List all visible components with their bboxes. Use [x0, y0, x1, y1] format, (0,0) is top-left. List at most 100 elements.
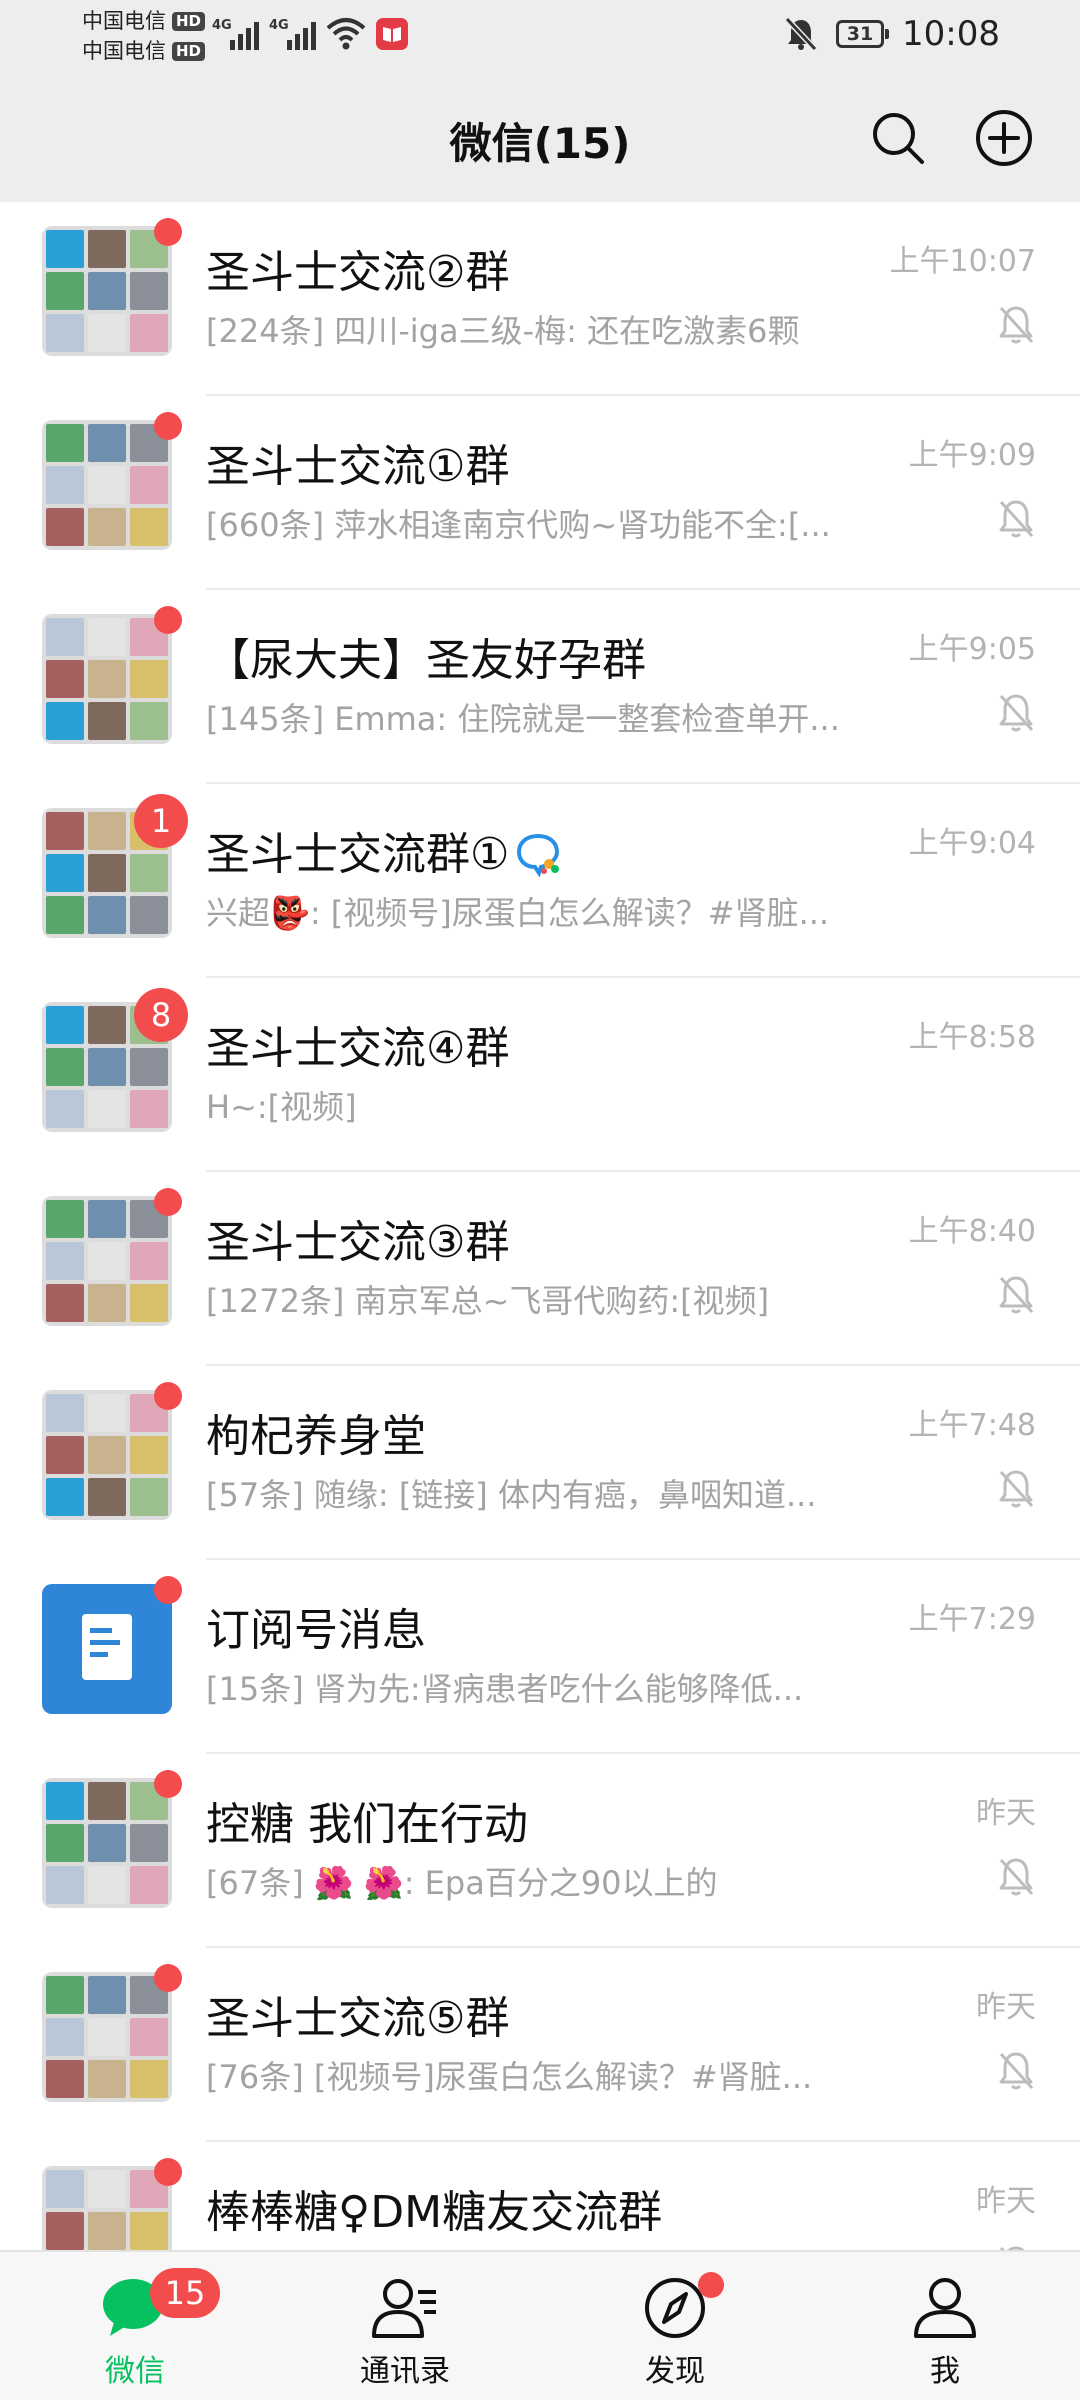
avatar-tile — [88, 1866, 126, 1904]
avatar-tile — [130, 1242, 168, 1280]
avatar-tile — [46, 1090, 84, 1128]
avatar — [42, 2166, 172, 2250]
unread-count-badge: 1 — [134, 794, 188, 848]
avatar-tile — [130, 2060, 168, 2098]
chat-timestamp: 上午7:29 — [908, 1602, 1036, 1637]
avatar-tile — [130, 2212, 168, 2250]
avatar-tile — [130, 272, 168, 310]
chat-row[interactable]: 棒棒糖♀DM糖友交流群 昨天 — [0, 2142, 1080, 2250]
avatar-tile — [46, 230, 84, 268]
avatar-tile — [88, 660, 126, 698]
chat-title-text: 圣斗士交流群① — [206, 829, 510, 880]
signal-icon: 4G — [269, 18, 316, 50]
muted-bell-icon — [999, 500, 1034, 538]
avatar-tile — [130, 854, 168, 892]
chat-title-text: 圣斗士交流③群 — [206, 1217, 510, 1268]
avatar-tile — [130, 702, 168, 740]
signal-icon: 4G — [212, 18, 259, 50]
chat-row[interactable]: 8 圣斗士交流④群 H~:[视频] 上午8:58 — [0, 978, 1080, 1172]
avatar-tile — [130, 896, 168, 934]
tab-chats[interactable]: 15 微信 — [0, 2252, 270, 2402]
carrier-info: 中国电信 HD 中国电信 HD — [82, 6, 212, 66]
avatar-tile — [130, 1284, 168, 1322]
tab-label: 通讯录 — [360, 2354, 450, 2389]
chat-row[interactable]: 圣斗士交流⑤群 [76条] [视频号]尿蛋白怎么解读？#肾脏... 昨天 — [0, 1948, 1080, 2142]
chat-preview: [145条] Emma: 住院就是一整套检查单开... — [206, 700, 840, 738]
chat-list[interactable]: 圣斗士交流②群 [224条] 四川-iga三级-梅: 还在吃激素6颗 上午10:07… — [0, 202, 1080, 2250]
chat-title: 棒棒糖♀DM糖友交流群 — [206, 2176, 662, 2240]
avatar-tile — [46, 1394, 84, 1432]
chat-title-text: 圣斗士交流④群 — [206, 1023, 510, 1074]
muted-bell-icon — [999, 1858, 1034, 1896]
tab-contacts[interactable]: 通讯录 — [270, 2252, 540, 2402]
chat-row[interactable]: 1 圣斗士交流群① 兴超👺: [视频号]尿蛋白怎么解读？#肾脏... 上午9:04 — [0, 784, 1080, 978]
avatar-tile — [88, 1200, 126, 1238]
chat-timestamp: 上午7:48 — [908, 1408, 1036, 1443]
avatar — [42, 1972, 172, 2102]
avatar-tile — [88, 1782, 126, 1820]
channel-bubble-icon — [517, 833, 560, 877]
subscription-doc-icon — [82, 1614, 132, 1680]
avatar-tile — [88, 812, 126, 850]
chat-row[interactable]: 枸杞养身堂 [57条] 随缘: [链接] 体内有癌，鼻咽知道... 上午7:48 — [0, 1366, 1080, 1560]
chat-row[interactable]: 圣斗士交流③群 [1272条] 南京军总~飞哥代购药:[视频] 上午8:40 — [0, 1172, 1080, 1366]
avatar-tile — [130, 1090, 168, 1128]
chat-title-text: 圣斗士交流②群 — [206, 247, 510, 298]
chat-timestamp: 上午9:05 — [908, 632, 1036, 667]
avatar-tile — [46, 1976, 84, 2014]
chat-title-text: 控糖 我们在行动 — [206, 1799, 528, 1850]
unread-count-badge: 15 — [150, 2268, 220, 2318]
avatar-tile — [130, 1478, 168, 1516]
unread-dot — [154, 412, 182, 440]
unread-dot — [154, 1382, 182, 1410]
chat-row[interactable]: 圣斗士交流②群 [224条] 四川-iga三级-梅: 还在吃激素6颗 上午10:07 — [0, 202, 1080, 396]
chat-title: 圣斗士交流群① — [206, 818, 561, 882]
muted-bell-icon — [999, 1470, 1034, 1508]
mute-bell-icon — [784, 16, 818, 52]
avatar-tile — [88, 896, 126, 934]
chat-title-text: 【尿大夫】圣友好孕群 — [206, 635, 646, 686]
unread-count-badge: 8 — [134, 988, 188, 1042]
tab-me[interactable]: 我 — [810, 2252, 1080, 2402]
add-icon[interactable] — [972, 106, 1036, 170]
avatar — [42, 1390, 172, 1520]
avatar-tile — [46, 660, 84, 698]
chat-timestamp: 昨天 — [976, 1796, 1036, 1831]
chat-row[interactable]: 圣斗士交流①群 [660条] 萍水相逢南京代购~肾功能不全:[... 上午9:09 — [0, 396, 1080, 590]
avatar-tile — [46, 2018, 84, 2056]
tab-discover[interactable]: 发现 — [540, 2252, 810, 2402]
avatar-tile — [130, 1866, 168, 1904]
chat-row[interactable]: 订阅号消息 [15条] 肾为先:肾病患者吃什么能够降低... 上午7:29 — [0, 1560, 1080, 1754]
avatar-tile — [130, 1436, 168, 1474]
carrier-name: 中国电信 — [82, 39, 166, 63]
avatar-tile — [46, 618, 84, 656]
avatar-tile — [88, 314, 126, 352]
avatar-tile — [88, 1824, 126, 1862]
chat-title-text: 枸杞养身堂 — [206, 1411, 426, 1462]
avatar-tile — [88, 2212, 126, 2250]
search-icon[interactable] — [866, 106, 930, 170]
clock: 10:08 — [902, 14, 1000, 54]
avatar — [42, 226, 172, 356]
chat-row[interactable]: 【尿大夫】圣友好孕群 [145条] Emma: 住院就是一整套检查单开... 上午9… — [0, 590, 1080, 784]
avatar-tile — [88, 2060, 126, 2098]
chat-title: 控糖 我们在行动 — [206, 1788, 528, 1852]
unread-dot — [154, 1964, 182, 1992]
avatar-tile — [88, 2018, 126, 2056]
avatar-tile — [88, 702, 126, 740]
unread-dot — [154, 1576, 182, 1604]
avatar-tile — [88, 1478, 126, 1516]
chat-timestamp: 昨天 — [976, 1990, 1036, 2025]
chat-title: 枸杞养身堂 — [206, 1400, 426, 1464]
chat-title: 订阅号消息 — [206, 1594, 426, 1658]
person-icon — [914, 2278, 976, 2338]
avatar-tile — [88, 424, 126, 462]
chat-timestamp: 上午8:40 — [908, 1214, 1036, 1249]
avatar-tile — [46, 2212, 84, 2250]
chat-preview: [1272条] 南京军总~飞哥代购药:[视频] — [206, 1282, 770, 1320]
chat-row[interactable]: 控糖 我们在行动 [67条] 🌺 🌺: Epa百分之90以上的 昨天 — [0, 1754, 1080, 1948]
avatar-tile — [88, 1090, 126, 1128]
chat-preview: [224条] 四川-iga三级-梅: 还在吃激素6颗 — [206, 312, 800, 350]
chat-preview: [15条] 肾为先:肾病患者吃什么能够降低... — [206, 1670, 804, 1708]
avatar — [42, 614, 172, 744]
